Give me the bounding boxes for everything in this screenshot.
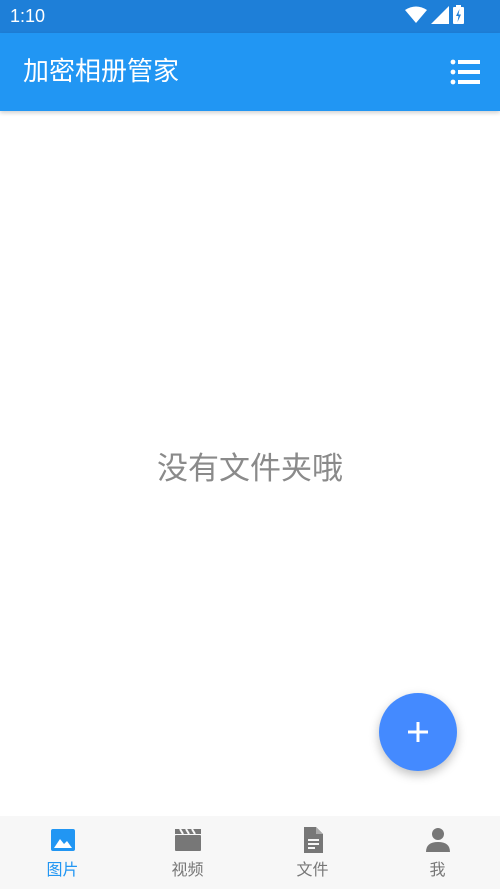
empty-state-message: 没有文件夹哦 [157, 451, 343, 487]
status-icons [405, 5, 464, 28]
file-icon [299, 826, 327, 854]
add-folder-button[interactable] [379, 693, 457, 771]
wifi-icon [405, 6, 427, 28]
nav-label-videos: 视频 [171, 860, 204, 879]
image-icon [49, 826, 77, 854]
list-icon [450, 59, 482, 91]
app-bar: 加密相册管家 [0, 33, 500, 111]
bottom-navigation: 图片 视频 文件 我 [0, 816, 500, 889]
status-bar: 1:10 [0, 0, 500, 33]
video-icon [174, 826, 202, 854]
person-icon [424, 826, 452, 854]
nav-tab-me[interactable]: 我 [375, 816, 500, 889]
nav-tab-videos[interactable]: 视频 [125, 816, 250, 889]
list-menu-button[interactable] [450, 57, 482, 87]
nav-label-me: 我 [429, 860, 446, 879]
nav-tab-images[interactable]: 图片 [0, 816, 125, 889]
nav-label-files: 文件 [296, 860, 329, 879]
page-title: 加密相册管家 [23, 57, 180, 87]
nav-label-images: 图片 [46, 860, 79, 879]
nav-tab-files[interactable]: 文件 [250, 816, 375, 889]
battery-icon [453, 5, 464, 28]
status-time: 1:10 [10, 6, 46, 26]
signal-icon [431, 5, 449, 28]
